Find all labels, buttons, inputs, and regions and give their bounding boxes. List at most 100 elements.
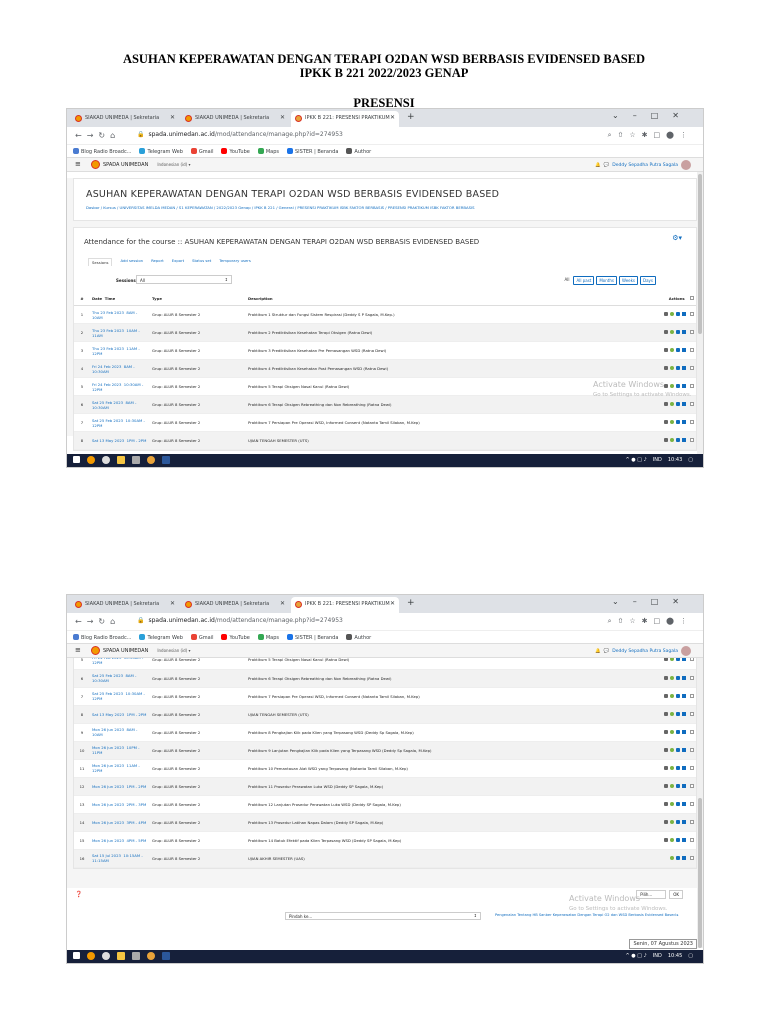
row-checkbox[interactable]: [690, 711, 694, 716]
browser-tab[interactable]: SIAKAD UNIMEDA | Sekretaria ✕: [71, 597, 179, 613]
scrollbar[interactable]: [697, 658, 703, 948]
play-icon[interactable]: [670, 855, 674, 860]
avatar[interactable]: [681, 160, 691, 170]
edit-icon[interactable]: [676, 330, 680, 334]
session-date-link[interactable]: Sat 13 May 2023 1PM - 2PM: [90, 705, 150, 724]
url-field[interactable]: 🔒 spada.unimedan.ac.id/mod/attendance/man…: [137, 617, 343, 624]
delete-icon[interactable]: [682, 765, 686, 770]
take-attendance-icon[interactable]: [664, 312, 668, 316]
session-date-link[interactable]: Sat 15 Jul 2023 10:15AM - 11:15AM: [90, 849, 150, 868]
attendance-tab[interactable]: Add session: [120, 258, 143, 266]
gear-icon[interactable]: ⚙▾: [672, 234, 682, 242]
notification-icon[interactable]: ▢: [688, 457, 693, 463]
windows-start-icon[interactable]: [73, 952, 80, 959]
delete-icon[interactable]: [682, 330, 686, 334]
language-selector[interactable]: Indonesian (id) ▾: [157, 648, 190, 653]
edit-icon[interactable]: [676, 765, 680, 770]
session-date-link[interactable]: Mon 26 Jun 2023 8AM - 10AM: [90, 723, 150, 742]
delete-icon[interactable]: [682, 402, 686, 406]
session-date-link[interactable]: Mon 26 Jun 2023 10PM - 11PM: [90, 741, 150, 760]
delete-icon[interactable]: [682, 801, 686, 806]
play-icon[interactable]: [670, 312, 674, 316]
delete-icon[interactable]: [682, 711, 686, 716]
play-icon[interactable]: [670, 819, 674, 824]
window-controls[interactable]: ⌄–□✕: [612, 597, 693, 606]
url-field[interactable]: 🔒 spada.unimedan.ac.id/mod/attendance/man…: [137, 131, 343, 138]
bookmark[interactable]: Telegram Web: [139, 148, 183, 155]
close-icon[interactable]: ✕: [280, 600, 285, 607]
chat-icon[interactable]: 💬: [604, 649, 610, 654]
delete-icon[interactable]: [682, 366, 686, 370]
avatar[interactable]: [681, 646, 691, 656]
play-icon[interactable]: [670, 675, 674, 680]
attendance-tab[interactable]: Temporary users: [219, 258, 251, 266]
ok-button[interactable]: OK: [669, 890, 683, 899]
close-icon[interactable]: ✕: [390, 600, 395, 607]
row-checkbox[interactable]: [690, 765, 694, 770]
attendance-tab[interactable]: Export: [172, 258, 184, 266]
edit-icon[interactable]: [676, 312, 680, 316]
attendance-tab[interactable]: Sessions: [88, 258, 113, 266]
take-attendance-icon[interactable]: [664, 783, 668, 788]
app-icon[interactable]: [102, 456, 110, 464]
menu-icon[interactable]: ≡: [75, 646, 81, 654]
bookmark[interactable]: Author: [346, 634, 371, 641]
chrome-icon[interactable]: [87, 456, 95, 464]
bookmark[interactable]: Blog Radio Broadc...: [73, 148, 131, 155]
session-date-link[interactable]: Sat 25 Feb 2023 10:30AM - 12PM: [90, 687, 150, 706]
take-attendance-icon[interactable]: [664, 801, 668, 806]
delete-icon[interactable]: [682, 855, 686, 860]
play-icon[interactable]: [670, 765, 674, 770]
delete-icon[interactable]: [682, 837, 686, 842]
row-checkbox[interactable]: [690, 747, 694, 752]
browser-tab[interactable]: SIAKAD UNIMEDA | Sekretaria ✕: [71, 111, 179, 127]
take-attendance-icon[interactable]: [664, 330, 668, 334]
file-explorer-icon[interactable]: [117, 952, 125, 960]
delete-icon[interactable]: [682, 693, 686, 698]
row-checkbox[interactable]: [690, 330, 694, 334]
site-brand[interactable]: SPADA UNIMEDAN Indonesian (id) ▾: [91, 160, 191, 169]
delete-icon[interactable]: [682, 747, 686, 752]
row-checkbox[interactable]: [690, 783, 694, 788]
edit-icon[interactable]: [676, 711, 680, 716]
scrollbar-thumb[interactable]: [698, 174, 702, 334]
row-checkbox[interactable]: [690, 675, 694, 680]
play-icon[interactable]: [670, 837, 674, 842]
bell-icon[interactable]: 🔔: [595, 649, 601, 654]
file-explorer-icon[interactable]: [117, 456, 125, 464]
play-icon[interactable]: [670, 366, 674, 370]
edit-icon[interactable]: [676, 747, 680, 752]
browser-toolbar-icons[interactable]: ⌕⇧☆✱□⬤⋮: [608, 617, 693, 626]
session-date-link[interactable]: Fri 24 Feb 2023 10:30AM - 12PM: [90, 658, 150, 670]
bookmark[interactable]: YouTube: [221, 634, 250, 641]
bookmark[interactable]: SISTER | Beranda: [287, 148, 338, 155]
play-icon[interactable]: [670, 348, 674, 352]
nav-buttons[interactable]: ←→↻⌂: [75, 617, 120, 626]
session-date-link[interactable]: Mon 26 Jun 2023 11AM - 12PM: [90, 759, 150, 778]
menu-icon[interactable]: ≡: [75, 160, 81, 168]
close-icon[interactable]: ✕: [390, 114, 395, 121]
play-icon[interactable]: [670, 801, 674, 806]
edit-icon[interactable]: [676, 366, 680, 370]
row-checkbox[interactable]: [690, 348, 694, 352]
session-date-link[interactable]: Sat 25 Feb 2023 10:30AM - 12PM: [90, 413, 150, 432]
play-icon[interactable]: [670, 783, 674, 788]
delete-icon[interactable]: [682, 438, 686, 442]
notification-icon[interactable]: ▢: [688, 953, 693, 959]
bookmark[interactable]: Telegram Web: [139, 634, 183, 641]
take-attendance-icon[interactable]: [664, 366, 668, 370]
edit-icon[interactable]: [676, 837, 680, 842]
app-icon[interactable]: [147, 456, 155, 464]
language-indicator[interactable]: IND: [653, 457, 662, 463]
word-icon[interactable]: [162, 952, 170, 960]
take-attendance-icon[interactable]: [664, 765, 668, 770]
session-date-link[interactable]: Sat 25 Feb 2023 8AM - 10:30AM: [90, 669, 150, 688]
breadcrumb[interactable]: Dasbor / Kursus / UNIVERSITAS IMELDA MED…: [74, 200, 696, 220]
session-date-link[interactable]: Thu 23 Feb 2023 10AM - 11AM: [90, 323, 150, 342]
period-filter-2[interactable]: Months: [596, 276, 617, 285]
delete-icon[interactable]: [682, 675, 686, 680]
browser-tab-active[interactable]: IPKK B 221: PRESENSI PRAKTIKUM ✕: [291, 597, 399, 613]
app-icon[interactable]: [102, 952, 110, 960]
close-icon[interactable]: ✕: [170, 114, 175, 121]
select-all-checkbox[interactable]: [690, 296, 694, 300]
